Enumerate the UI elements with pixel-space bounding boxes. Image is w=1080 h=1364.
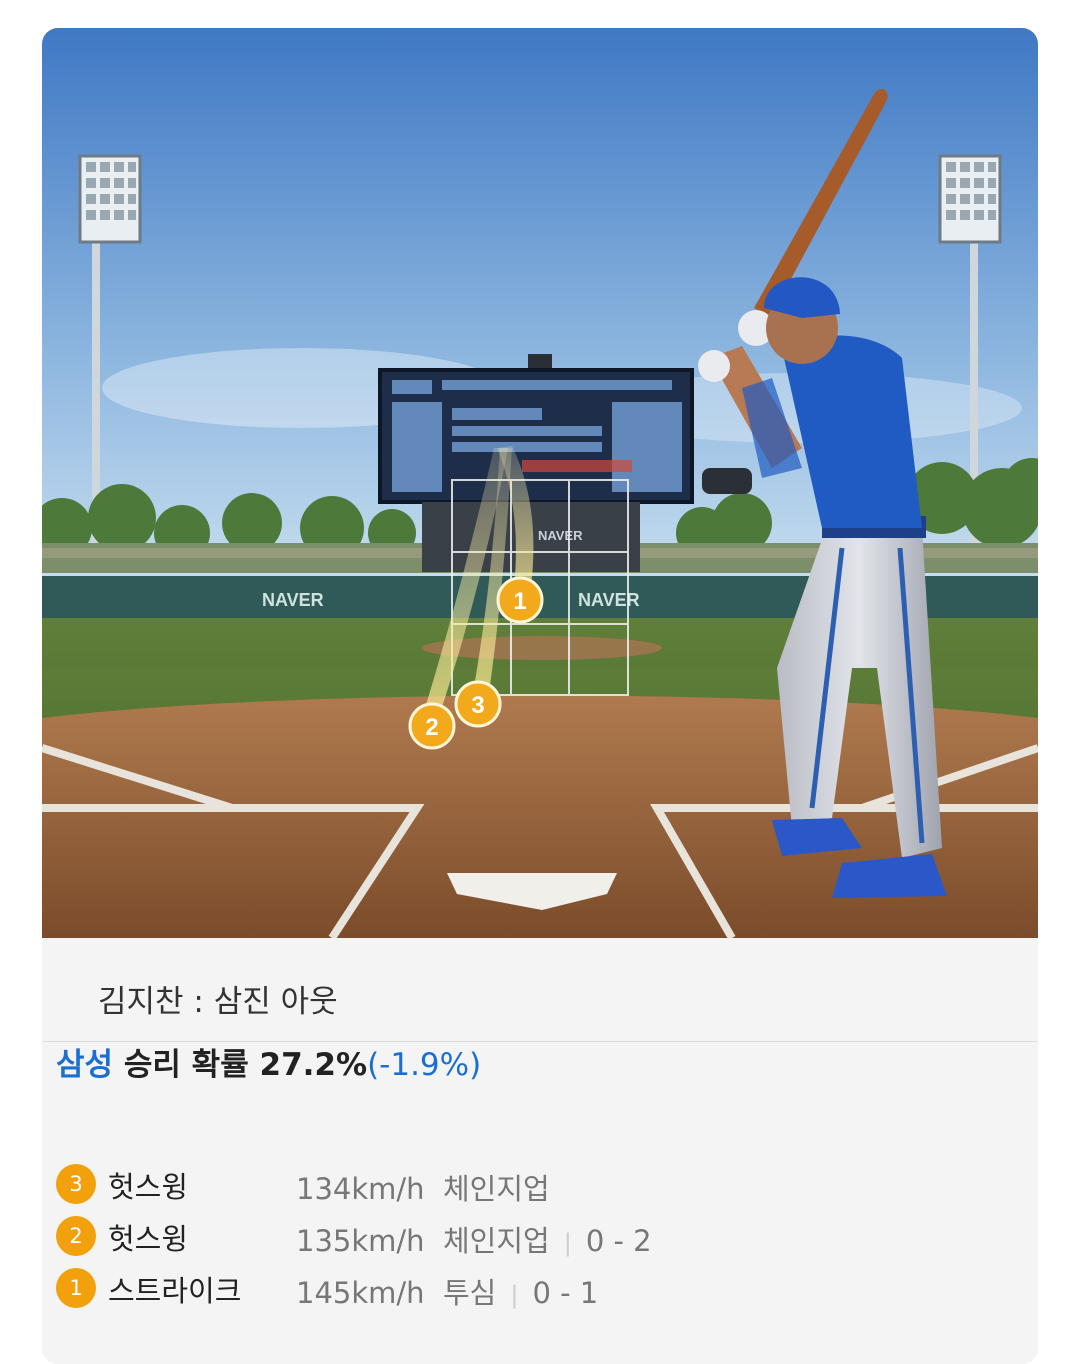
team-name: 삼성 <box>56 1047 114 1083</box>
pitch-marker-3[interactable]: 3 <box>454 680 502 728</box>
pitch-detail: 135km/h 체인지업 | 0 - 2 <box>296 1218 652 1260</box>
svg-text:3: 3 <box>471 692 484 719</box>
pitch-speed: 145km/h <box>296 1276 425 1310</box>
play-caption: 김지찬 : 삼진 아웃 <box>42 938 1038 1042</box>
pitch-type: 투심 <box>442 1276 497 1310</box>
pitch-count: 0 - 2 <box>585 1224 652 1258</box>
wall-sponsor-1: NAVER <box>262 590 324 610</box>
pitch-number-badge: 2 <box>56 1216 96 1256</box>
win-probability-value: 27.2% <box>259 1047 368 1083</box>
svg-text:1: 1 <box>513 588 526 615</box>
pitch-marker-2[interactable]: 2 <box>408 702 456 750</box>
svg-text:2: 2 <box>425 714 438 741</box>
pitch-number-badge: 3 <box>56 1164 96 1204</box>
pitch-speed: 135km/h <box>296 1224 425 1258</box>
pitch-detail: 145km/h 투심 | 0 - 1 <box>296 1270 598 1312</box>
divider: | <box>510 1281 519 1309</box>
pitch-type: 체인지업 <box>442 1224 550 1258</box>
win-probability-delta: (-1.9%) <box>367 1047 482 1083</box>
play-result-text: 김지찬 : 삼진 아웃 <box>98 984 338 1020</box>
pitch-speed: 134km/h <box>296 1172 425 1206</box>
win-probability: 삼성 승리 확률 27.2%(-1.9%) <box>56 1039 481 1084</box>
divider: | <box>563 1229 572 1257</box>
play-card: NAVER NAVER NAVER 1 3 2 김지찬: 삼진 아웃 <box>42 28 1038 1364</box>
wall-sponsor-2: NAVER <box>578 590 640 610</box>
pitch-detail: 134km/h 체인지업 <box>296 1166 550 1208</box>
pitch-marker-1[interactable]: 1 <box>496 576 544 624</box>
pitch-type: 체인지업 <box>442 1172 550 1206</box>
win-probability-label: 승리 확률 <box>113 1047 260 1083</box>
pitch-scene-image: NAVER NAVER NAVER 1 3 2 <box>42 28 1038 938</box>
pitch-result: 스트라이크 <box>108 1274 242 1308</box>
pitch-number-badge: 1 <box>56 1268 96 1308</box>
pitch-result: 헛스윙 <box>108 1170 189 1204</box>
pitch-result: 헛스윙 <box>108 1222 189 1256</box>
pitch-count: 0 - 1 <box>532 1276 599 1310</box>
scoreboard-sponsor: NAVER <box>538 528 583 543</box>
